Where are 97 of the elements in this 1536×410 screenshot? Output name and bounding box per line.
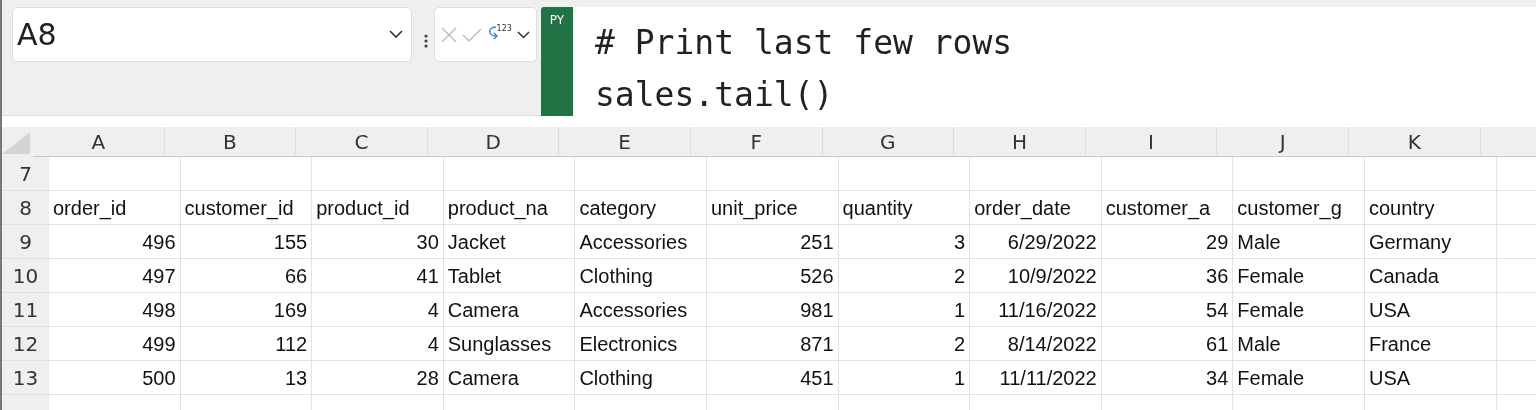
table-cell: Clothing xyxy=(575,361,707,395)
table-cell: 1 xyxy=(838,293,971,327)
table-cell: 499 xyxy=(49,327,181,361)
table-cell: 61 xyxy=(1101,327,1234,361)
table-cell: 2 xyxy=(838,327,971,361)
table-cell: 3 xyxy=(838,225,971,259)
table-cell: customer_id xyxy=(180,191,313,225)
table-cell: Camera xyxy=(443,293,576,327)
table-cell: 54 xyxy=(1101,293,1234,327)
more-options-icon[interactable] xyxy=(424,34,428,48)
column-header[interactable]: J xyxy=(1217,127,1349,157)
table-cell: 13 xyxy=(180,361,313,395)
column-header[interactable]: F xyxy=(690,127,823,157)
table-cell: order_id xyxy=(49,191,181,225)
table-cell: 10/9/2022 xyxy=(970,259,1102,293)
table-cell: 66 xyxy=(180,259,313,293)
table-cell: Electronics xyxy=(575,327,707,361)
select-all-corner[interactable] xyxy=(2,127,33,157)
table-cell: 451 xyxy=(706,361,839,395)
row-header[interactable]: 9 xyxy=(2,225,49,259)
table-cell: 11/16/2022 xyxy=(970,293,1102,327)
column-header[interactable]: G xyxy=(822,127,955,157)
table-cell: Germany xyxy=(1364,225,1497,259)
table-cell: 496 xyxy=(49,225,181,259)
table-cell: category xyxy=(575,191,707,225)
table-cell: product_id xyxy=(312,191,444,225)
table-cell: 112 xyxy=(180,327,313,361)
table-cell: 498 xyxy=(49,293,181,327)
column-header[interactable] xyxy=(1480,127,1536,157)
table-cell: 981 xyxy=(706,293,839,327)
chevron-down-icon[interactable] xyxy=(389,30,403,39)
table-cell: 8/14/2022 xyxy=(970,327,1102,361)
table-cell: Canada xyxy=(1364,259,1497,293)
table-cell: 29 xyxy=(1101,225,1234,259)
table-cell: 1 xyxy=(838,361,971,395)
table-cell: 155 xyxy=(180,225,313,259)
table-cell: Accessories xyxy=(575,293,707,327)
table-cell: country xyxy=(1364,191,1497,225)
column-header[interactable]: K xyxy=(1348,127,1481,157)
table-cell: USA xyxy=(1364,293,1497,327)
table-cell: product_na xyxy=(443,191,576,225)
table-cell: Accessories xyxy=(575,225,707,259)
table-cell: Female xyxy=(1233,293,1365,327)
table-cell: Female xyxy=(1233,361,1365,395)
table-cell: Tablet xyxy=(443,259,576,293)
table-cell: 4 xyxy=(312,293,444,327)
column-header[interactable]: B xyxy=(164,127,297,157)
table-cell: 497 xyxy=(49,259,181,293)
table-cell: Camera xyxy=(443,361,576,395)
chevron-down-icon[interactable] xyxy=(517,30,531,39)
table-cell: unit_price xyxy=(706,191,839,225)
column-header[interactable]: E xyxy=(559,127,691,157)
table-cell: 28 xyxy=(312,361,444,395)
table-cell: customer_g xyxy=(1233,191,1365,225)
table-cell: 30 xyxy=(312,225,444,259)
row-header[interactable]: 12 xyxy=(2,327,49,361)
python-badge: PY xyxy=(541,7,573,116)
table-cell: 11/11/2022 xyxy=(970,361,1102,395)
table-cell: 169 xyxy=(180,293,313,327)
row-header[interactable]: 13 xyxy=(2,361,49,395)
table-cell: 41 xyxy=(312,259,444,293)
table-cell: 526 xyxy=(706,259,839,293)
table-cell: 34 xyxy=(1101,361,1234,395)
table-cell: Jacket xyxy=(443,225,576,259)
row-header[interactable]: 10 xyxy=(2,259,49,293)
table-cell: 251 xyxy=(706,225,839,259)
check-icon[interactable] xyxy=(462,27,483,42)
column-header[interactable]: A xyxy=(33,127,165,157)
table-cell: USA xyxy=(1364,361,1497,395)
row-header[interactable]: 11 xyxy=(2,293,49,327)
table-cell: France xyxy=(1364,327,1497,361)
row-header[interactable]: 8 xyxy=(2,191,49,225)
cancel-icon[interactable] xyxy=(440,26,457,43)
table-cell: Male xyxy=(1233,327,1365,361)
table-cell: 871 xyxy=(706,327,839,361)
table-cell: Female xyxy=(1233,259,1365,293)
table-cell: quantity xyxy=(838,191,971,225)
name-box[interactable]: A8 xyxy=(12,7,412,62)
table-cell: 6/29/2022 xyxy=(970,225,1102,259)
table-cell: 4 xyxy=(312,327,444,361)
table-cell: order_date xyxy=(970,191,1102,225)
table-cell: Clothing xyxy=(575,259,707,293)
column-header[interactable]: C xyxy=(296,127,428,157)
table-cell: Sunglasses xyxy=(443,327,576,361)
column-header[interactable]: I xyxy=(1085,127,1218,157)
table-cell: 2 xyxy=(838,259,971,293)
code-line: sales.tail() xyxy=(595,74,835,116)
formula-editor[interactable]: # Print last few rows sales.tail() xyxy=(573,7,1536,116)
column-header[interactable]: D xyxy=(427,127,560,157)
table-cell: 36 xyxy=(1101,259,1234,293)
code-line: # Print last few rows xyxy=(595,22,1014,64)
row-header[interactable]: 7 xyxy=(2,157,49,191)
table-cell: customer_a xyxy=(1101,191,1234,225)
table-cell: 500 xyxy=(49,361,181,395)
table-cell: Male xyxy=(1233,225,1365,259)
column-header[interactable]: H xyxy=(954,127,1086,157)
number-format-label: 123 xyxy=(496,23,512,33)
